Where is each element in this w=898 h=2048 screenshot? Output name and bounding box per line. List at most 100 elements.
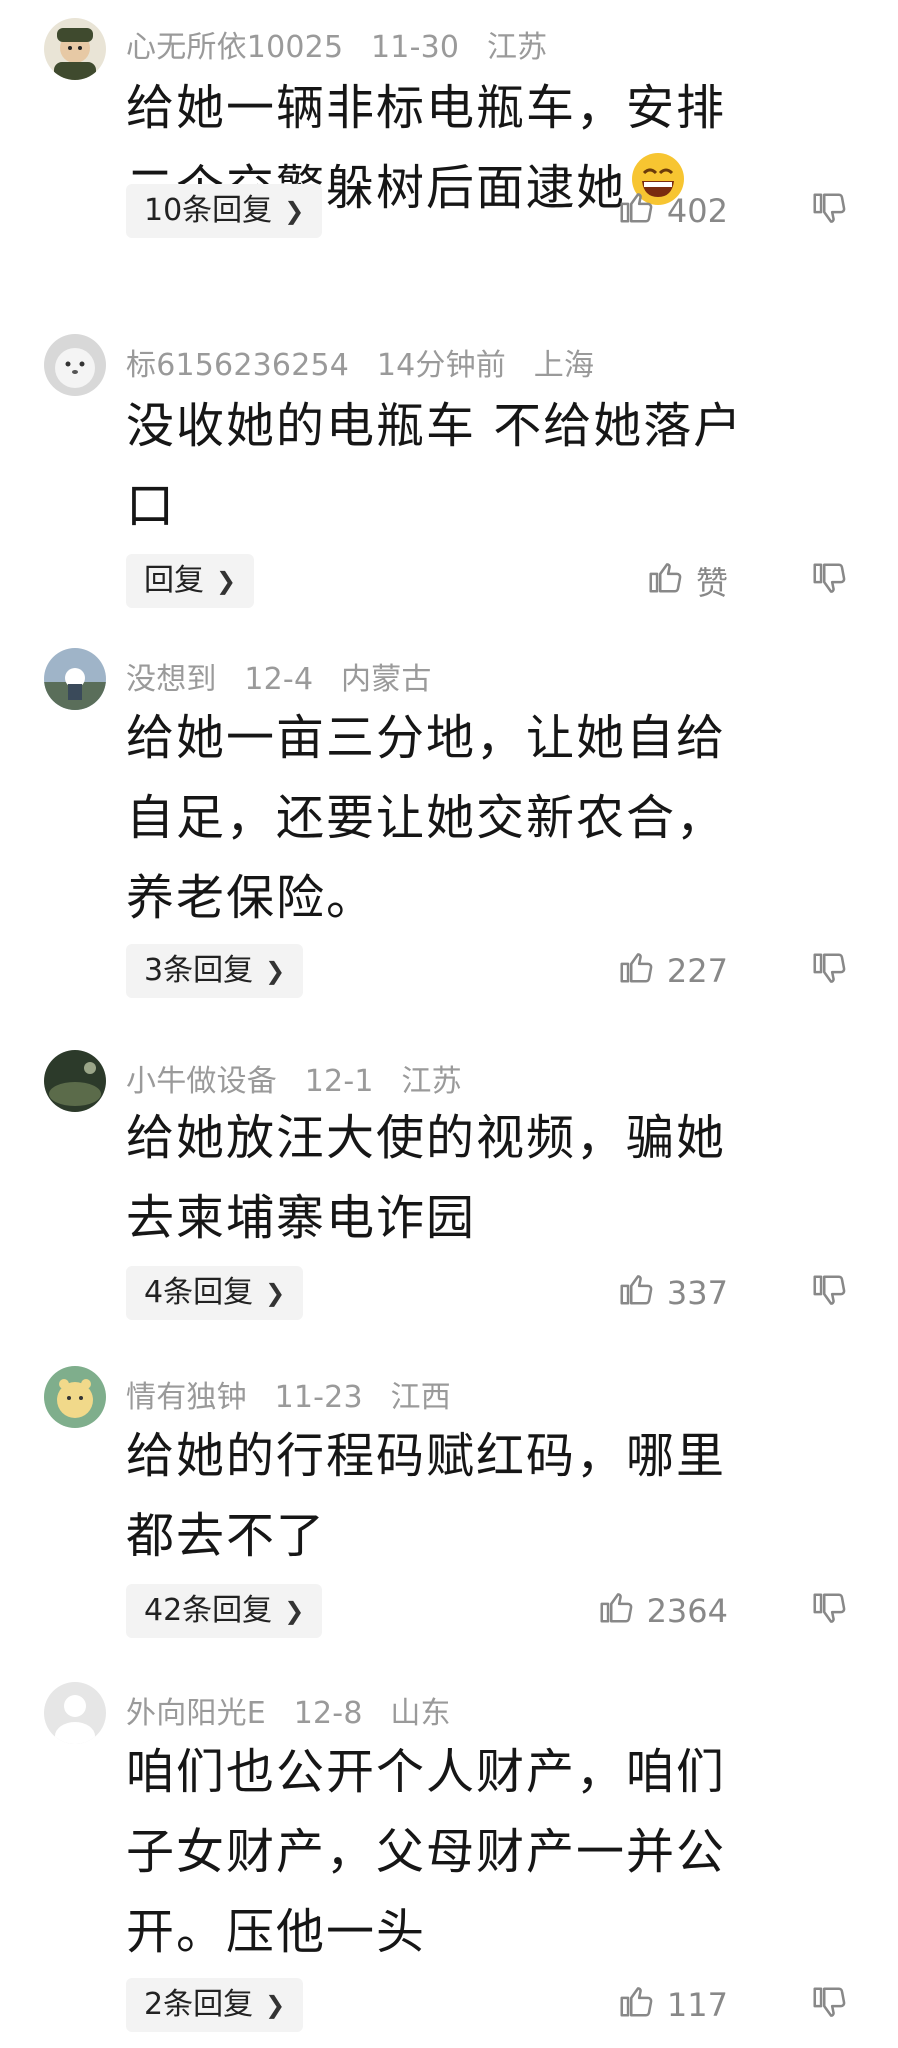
comment-line: 子女财产，父母财产一并公	[126, 1824, 727, 1880]
chevron-right-icon: ❯	[265, 957, 286, 985]
comment-time: 12-4	[244, 662, 314, 697]
like-count: 117	[666, 1986, 728, 2024]
comment-meta: 心无所依10025 11-30 江苏	[126, 22, 565, 66]
comment-item: 标6156236254 14分钟前 上海 没收她的电瓶车 不给她落户 口 回复 …	[0, 318, 898, 618]
like-button[interactable]: 2364	[597, 1584, 728, 1638]
comment-meta: 小牛做设备 12-1 江苏	[126, 1056, 480, 1100]
username[interactable]: 外向阳光E	[126, 1696, 266, 1731]
like-count: 402	[666, 192, 728, 230]
comment-line: 给她放汪大使的视频，骗她	[126, 1110, 727, 1166]
like-count: 227	[666, 952, 728, 990]
comment-line: 给她的行程码赋红码，哪里	[126, 1428, 727, 1484]
like-count: 赞	[695, 564, 728, 602]
username[interactable]: 情有独钟	[126, 1380, 247, 1415]
comment-text: 咱们也公开个人财产，咱们 子女财产，父母财产一并公 开。压他一头	[126, 1732, 826, 1972]
comment-location: 内蒙古	[341, 662, 432, 697]
like-count: 2364	[646, 1592, 728, 1630]
replies-label: 42条回复	[144, 1593, 273, 1628]
comment-item: 心无所依10025 11-30 江苏 给她一辆非标电瓶车，安排 二个交警躲树后面…	[0, 0, 898, 250]
chevron-right-icon: ❯	[265, 1991, 286, 2019]
dislike-button[interactable]	[810, 944, 848, 998]
comment-meta: 情有独钟 11-23 江西	[126, 1372, 469, 1416]
thumbs-down-icon	[810, 1984, 848, 2026]
username[interactable]: 标6156236254	[126, 348, 349, 383]
replies-button[interactable]: 42条回复 ❯	[126, 1584, 323, 1638]
avatar[interactable]	[44, 648, 106, 710]
comment-text: 给她放汪大使的视频，骗她 去柬埔寨电诈园	[126, 1098, 826, 1258]
comment-line: 去柬埔寨电诈园	[126, 1190, 477, 1246]
comment-location: 江苏	[401, 1064, 462, 1099]
comment-line: 开。压他一头	[126, 1904, 427, 1960]
replies-label: 10条回复	[144, 193, 273, 228]
chevron-right-icon: ❯	[265, 1279, 286, 1307]
comment-meta: 外向阳光E 12-8 山东	[126, 1688, 469, 1732]
comment-line: 自足，还要让她交新农合，	[126, 790, 727, 846]
thumbs-up-icon	[597, 1588, 647, 1634]
comment-meta: 标6156236254 14分钟前 上海	[126, 340, 612, 384]
username[interactable]: 小牛做设备	[126, 1064, 277, 1099]
replies-button[interactable]: 3条回复 ❯	[126, 944, 304, 998]
comment-time: 11-23	[274, 1380, 363, 1415]
comment-text: 给她的行程码赋红码，哪里 都去不了	[126, 1416, 826, 1576]
like-button[interactable]: 402	[617, 184, 728, 238]
comment-line: 养老保险。	[126, 870, 377, 926]
thumbs-up-icon	[617, 188, 667, 234]
replies-label: 3条回复	[144, 953, 254, 988]
comment-item: 小牛做设备 12-1 江苏 给她放汪大使的视频，骗她 去柬埔寨电诈园 4条回复 …	[0, 1048, 898, 1338]
like-button[interactable]: 337	[617, 1266, 728, 1320]
replies-button[interactable]: 回复 ❯	[126, 554, 255, 608]
comment-meta: 没想到 12-4 内蒙古	[126, 654, 450, 698]
comment-time: 12-1	[304, 1064, 374, 1099]
like-button[interactable]: 117	[617, 1978, 728, 2032]
thumbs-down-icon	[810, 1272, 848, 1314]
comment-line: 没收她的电瓶车 不给她落户	[126, 398, 744, 454]
dislike-button[interactable]	[810, 1978, 848, 2032]
comment-feed: 心无所依10025 11-30 江苏 给她一辆非标电瓶车，安排 二个交警躲树后面…	[0, 0, 898, 2048]
thumbs-down-icon	[810, 560, 848, 602]
avatar[interactable]	[44, 18, 106, 80]
comment-line: 给她一亩三分地，让她自给	[126, 710, 727, 766]
dislike-button[interactable]	[810, 1266, 848, 1320]
dislike-button[interactable]	[810, 554, 848, 608]
replies-label: 2条回复	[144, 1987, 254, 2022]
thumbs-up-icon	[617, 1982, 667, 2028]
avatar[interactable]	[44, 334, 106, 396]
replies-button[interactable]: 10条回复 ❯	[126, 184, 323, 238]
comment-text: 给她一亩三分地，让她自给 自足，还要让她交新农合， 养老保险。	[126, 698, 826, 938]
comment-time: 14分钟前	[376, 348, 507, 383]
replies-label: 回复	[144, 563, 204, 598]
chevron-right-icon: ❯	[216, 567, 237, 595]
username[interactable]: 心无所依10025	[126, 30, 343, 65]
replies-label: 4条回复	[144, 1275, 254, 1310]
comment-item: 没想到 12-4 内蒙古 给她一亩三分地，让她自给 自足，还要让她交新农合， 养…	[0, 648, 898, 1008]
comment-text: 没收她的电瓶车 不给她落户 口	[126, 386, 826, 546]
comment-item: 外向阳光E 12-8 山东 咱们也公开个人财产，咱们 子女财产，父母财产一并公 …	[0, 1682, 898, 2048]
comment-line: 咱们也公开个人财产，咱们	[126, 1744, 727, 1800]
thumbs-up-icon	[617, 1270, 667, 1316]
comment-time: 12-8	[293, 1696, 363, 1731]
avatar[interactable]	[44, 1050, 106, 1112]
comment-location: 上海	[533, 348, 595, 383]
comment-location: 江苏	[486, 30, 548, 65]
comment-line: 给她一辆非标电瓶车，安排	[126, 80, 727, 136]
comment-line: 口	[126, 478, 177, 534]
comment-location: 山东	[390, 1696, 451, 1731]
comment-location: 江西	[390, 1380, 451, 1415]
replies-button[interactable]: 2条回复 ❯	[126, 1978, 304, 2032]
username[interactable]: 没想到	[126, 662, 217, 697]
replies-button[interactable]: 4条回复 ❯	[126, 1266, 304, 1320]
dislike-button[interactable]	[810, 184, 848, 238]
thumbs-up-icon	[646, 558, 696, 604]
avatar[interactable]	[44, 1682, 106, 1744]
like-button[interactable]: 赞	[646, 554, 728, 608]
like-button[interactable]: 227	[617, 944, 728, 998]
avatar[interactable]	[44, 1366, 106, 1428]
dislike-button[interactable]	[810, 1584, 848, 1638]
thumbs-down-icon	[810, 950, 848, 992]
like-count: 337	[666, 1274, 728, 1312]
comment-time: 11-30	[371, 30, 460, 65]
chevron-right-icon: ❯	[284, 1597, 305, 1625]
chevron-right-icon: ❯	[284, 197, 305, 225]
thumbs-down-icon	[810, 190, 848, 232]
thumbs-down-icon	[810, 1590, 848, 1632]
